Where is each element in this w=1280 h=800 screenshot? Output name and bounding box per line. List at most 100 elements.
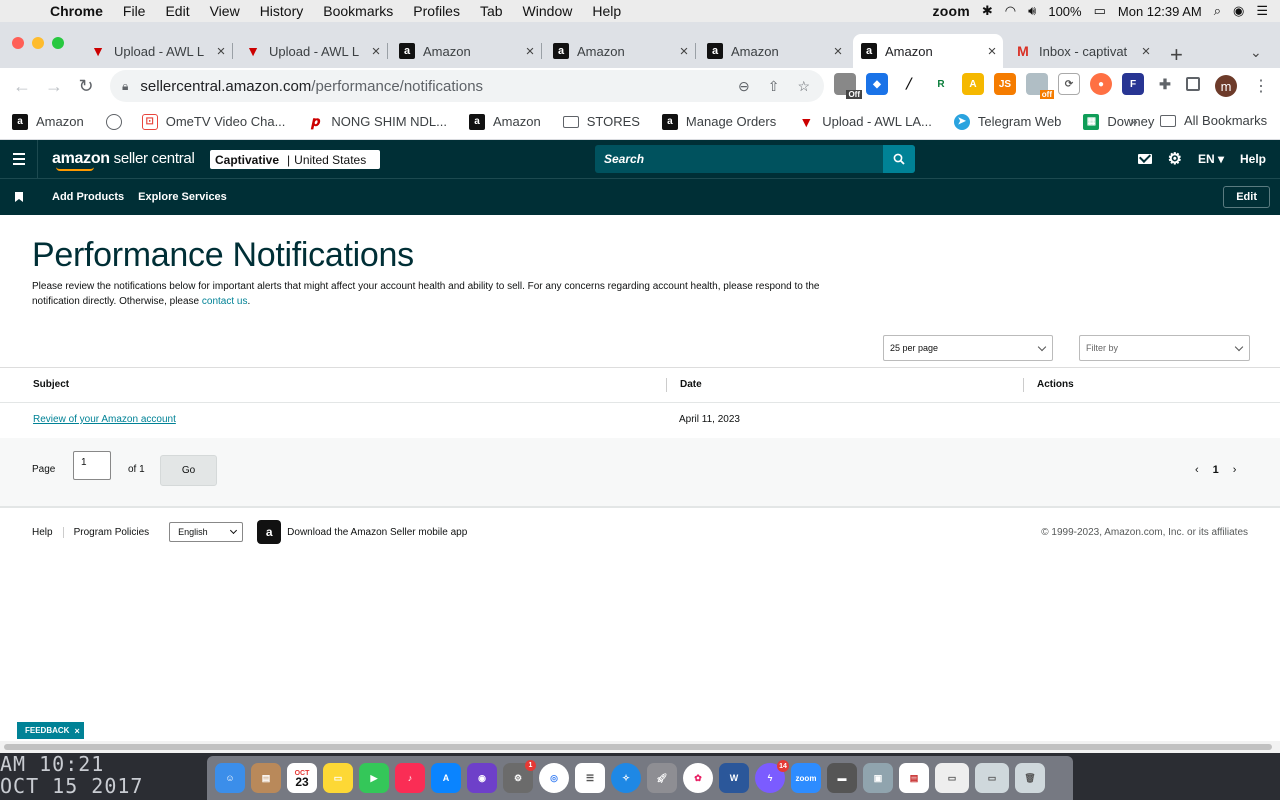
- extension-icon[interactable]: R: [930, 73, 952, 95]
- language-selector[interactable]: EN ▾: [1198, 152, 1224, 166]
- search-button[interactable]: [883, 145, 915, 173]
- safari-icon[interactable]: ✧: [611, 763, 641, 793]
- close-icon[interactable]: ×: [74, 726, 79, 736]
- extension-icon[interactable]: F: [1122, 73, 1144, 95]
- close-tab-icon[interactable]: ×: [827, 43, 849, 60]
- menu-profiles[interactable]: Profiles: [403, 3, 470, 19]
- contact-us-link[interactable]: contact us: [202, 296, 248, 307]
- browser-tab[interactable]: a Amazon ×: [545, 34, 696, 68]
- reminders-icon[interactable]: ☰: [575, 763, 605, 793]
- messenger-icon[interactable]: ϟ 14: [755, 760, 789, 793]
- chrome-menu-icon[interactable]: ⋮: [1253, 76, 1269, 96]
- menu-tab[interactable]: Tab: [470, 3, 513, 19]
- menu-edit[interactable]: Edit: [155, 3, 199, 19]
- feedback-button[interactable]: FEEDBACK ×: [17, 722, 84, 739]
- gear-icon[interactable]: ⚙: [1168, 149, 1182, 169]
- finder-icon[interactable]: ☺: [215, 763, 245, 793]
- edit-button[interactable]: Edit: [1223, 186, 1270, 208]
- volume-icon[interactable]: 🔊︎: [1028, 3, 1036, 19]
- bookmark-item[interactable]: ➤ Telegram Web: [953, 113, 1061, 130]
- browser-tab[interactable]: M Inbox - captivat ×: [1007, 34, 1157, 68]
- music-icon[interactable]: ♪: [395, 763, 425, 793]
- address-bar[interactable]: 🔒︎ sellercentral.amazon.com/performance/…: [110, 70, 824, 102]
- extension-icon[interactable]: ╱: [898, 73, 920, 95]
- browser-tab[interactable]: a Amazon ×: [391, 34, 542, 68]
- facetime-icon[interactable]: ▶: [359, 763, 389, 793]
- app-icon[interactable]: ▬: [827, 763, 857, 793]
- bookmark-item[interactable]: a Amazon: [469, 113, 541, 130]
- zoom-window-button[interactable]: [52, 37, 64, 49]
- bookmark-item[interactable]: ▦ Downey: [1083, 113, 1154, 130]
- bookmark-folder[interactable]: STORES: [562, 114, 640, 129]
- close-tab-icon[interactable]: ×: [1135, 43, 1157, 60]
- siri-icon[interactable]: ◉: [1233, 3, 1244, 19]
- bookmark-item[interactable]: ⊡ OmeTV Video Cha...: [141, 113, 285, 130]
- lock-icon[interactable]: 🔒︎: [122, 79, 128, 94]
- bookmark-star-icon[interactable]: ☆: [797, 78, 810, 95]
- nav-add-products[interactable]: Add Products: [52, 191, 124, 203]
- more-bookmarks-icon[interactable]: »: [1130, 113, 1138, 129]
- all-bookmarks-folder[interactable]: All Bookmarks: [1160, 113, 1267, 128]
- extension-icon[interactable]: ◆: [866, 73, 888, 95]
- close-tab-icon[interactable]: ×: [673, 43, 695, 60]
- side-panel-icon[interactable]: [1186, 77, 1200, 91]
- launchpad-icon[interactable]: 🚀︎: [647, 763, 677, 793]
- next-page-icon[interactable]: ›: [1233, 464, 1237, 476]
- amazon-app-icon[interactable]: a: [257, 520, 282, 544]
- stickies-icon[interactable]: ▭: [323, 763, 353, 793]
- seller-central-logo[interactable]: amazon seller central: [52, 150, 195, 171]
- footer-policies-link[interactable]: Program Policies: [74, 527, 160, 538]
- puzzle-icon[interactable]: ✚: [1154, 73, 1176, 95]
- close-tab-icon[interactable]: ×: [519, 43, 541, 60]
- menu-app-name[interactable]: Chrome: [40, 3, 113, 19]
- back-arrow-icon[interactable]: ←: [6, 76, 38, 97]
- siri-icon[interactable]: ◉: [467, 763, 497, 793]
- column-date[interactable]: Date: [680, 379, 702, 390]
- photos-icon[interactable]: ✿: [683, 763, 713, 793]
- search-bar[interactable]: Search: [595, 145, 915, 173]
- bookmark-item[interactable]: 𝒑 NONG SHIM NDL...: [307, 113, 447, 130]
- screenshot-thumbnail-icon[interactable]: ▭: [935, 763, 969, 793]
- bluetooth-icon[interactable]: ✱: [982, 3, 993, 19]
- menu-view[interactable]: View: [200, 3, 250, 19]
- footer-help-link[interactable]: Help: [32, 526, 64, 538]
- word-icon[interactable]: W: [719, 763, 749, 793]
- help-link[interactable]: Help: [1240, 152, 1266, 166]
- nav-explore-services[interactable]: Explore Services: [138, 191, 227, 203]
- new-tab-icon[interactable]: +: [1170, 42, 1183, 68]
- share-icon[interactable]: ⇧: [768, 78, 780, 95]
- profile-avatar[interactable]: m: [1215, 75, 1237, 97]
- column-subject[interactable]: Subject: [33, 379, 69, 390]
- mail-icon[interactable]: [1137, 154, 1152, 164]
- browser-tab-active[interactable]: a Amazon ×: [853, 34, 1003, 68]
- forward-arrow-icon[interactable]: →: [38, 76, 70, 97]
- extension-icon[interactable]: A: [962, 73, 984, 95]
- extension-icon[interactable]: Off: [834, 73, 862, 99]
- zoom-app-icon[interactable]: zoom: [791, 763, 821, 793]
- menu-history[interactable]: History: [250, 3, 314, 19]
- menu-window[interactable]: Window: [513, 3, 583, 19]
- previous-page-icon[interactable]: ‹: [1195, 464, 1199, 476]
- window-thumbnail-icon[interactable]: ▭: [975, 763, 1009, 793]
- menu-help[interactable]: Help: [582, 3, 631, 19]
- document-icon[interactable]: ▤: [899, 763, 929, 793]
- per-page-select[interactable]: 25 per page: [883, 335, 1053, 361]
- hamburger-menu-icon[interactable]: [0, 140, 38, 178]
- tab-search-chevron-icon[interactable]: ⌄: [1250, 44, 1262, 61]
- reload-icon[interactable]: ↻: [70, 76, 102, 97]
- extension-icon[interactable]: ●: [1090, 73, 1112, 95]
- browser-tab[interactable]: ▼ Upload - AWL L ×: [82, 34, 233, 68]
- bookmark-icon[interactable]: [0, 192, 38, 202]
- filter-select[interactable]: Filter by: [1079, 335, 1250, 361]
- close-tab-icon[interactable]: ×: [981, 43, 1003, 60]
- preview-icon[interactable]: ▣: [863, 763, 893, 793]
- zoom-status-item[interactable]: zoom: [933, 3, 970, 19]
- bookmark-item[interactable]: a Amazon: [12, 113, 84, 130]
- control-center-icon[interactable]: ☰: [1256, 3, 1268, 19]
- close-window-button[interactable]: [12, 37, 24, 49]
- current-page-number[interactable]: 1: [1213, 464, 1219, 476]
- horizontal-scrollbar[interactable]: [0, 741, 1280, 753]
- search-input[interactable]: Search: [595, 152, 883, 166]
- close-tab-icon[interactable]: ×: [365, 43, 387, 60]
- notes-app-icon[interactable]: ▤: [251, 763, 281, 793]
